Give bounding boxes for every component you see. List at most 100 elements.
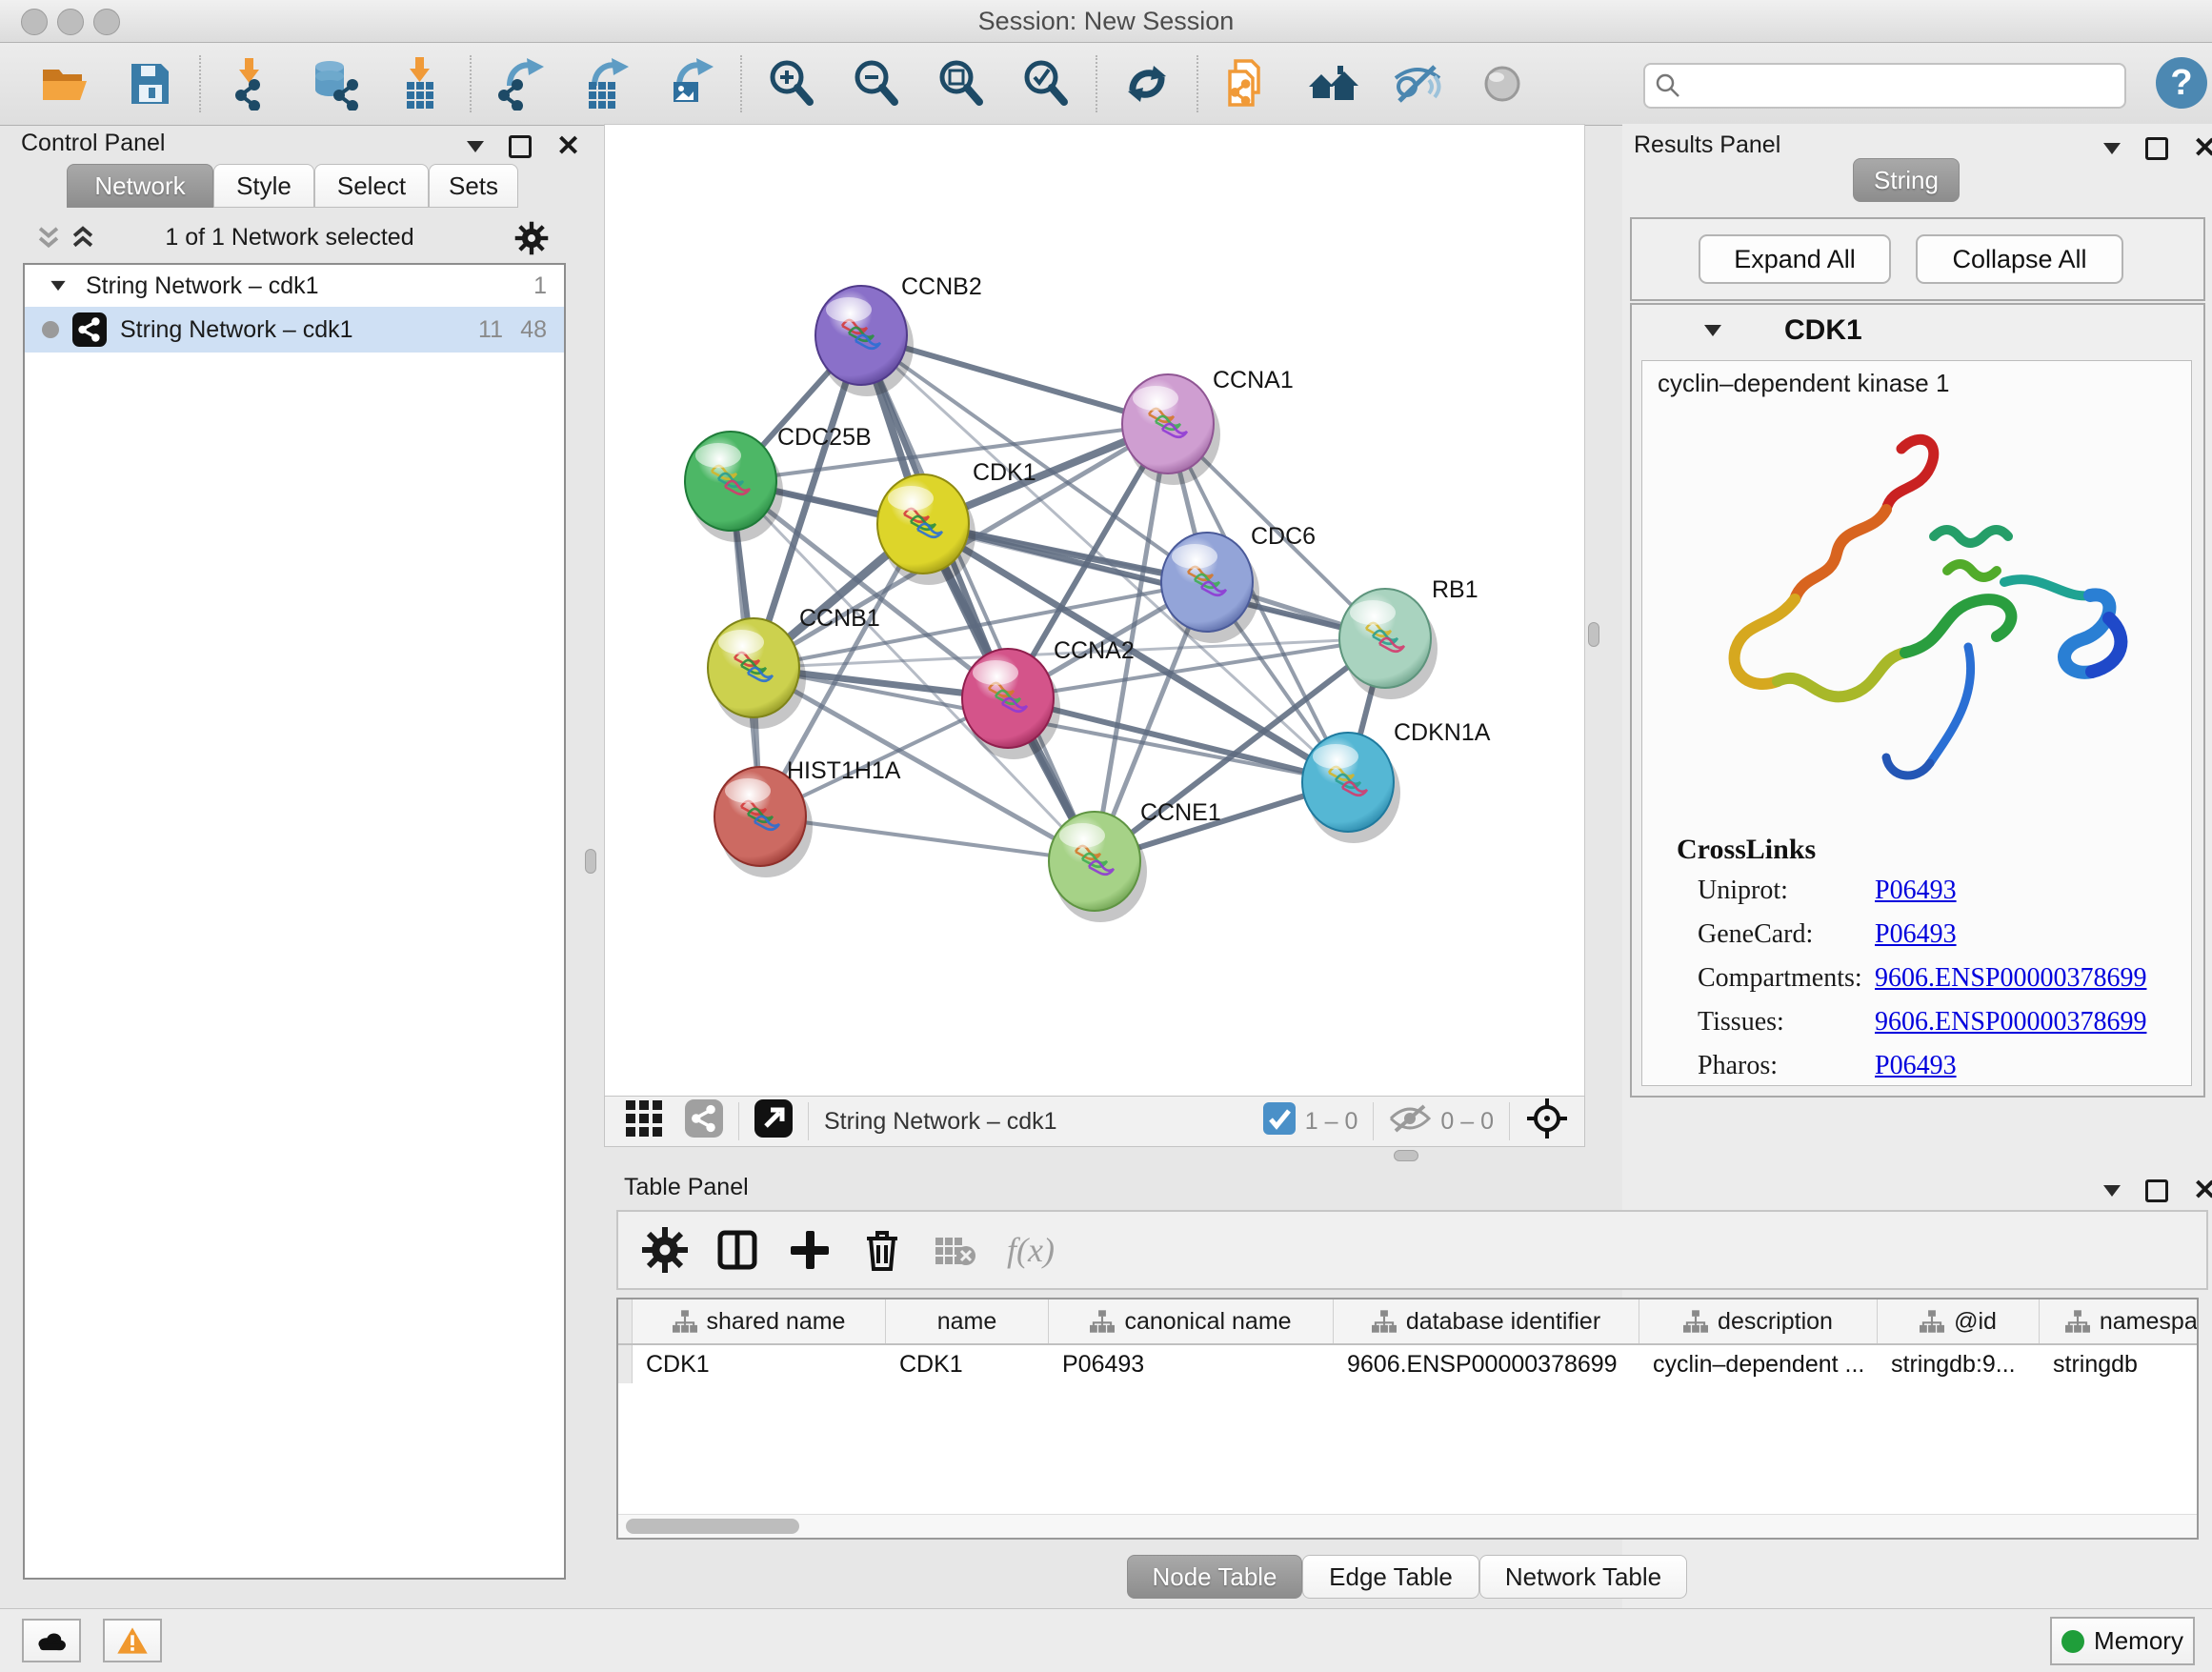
column-header-description[interactable]: description — [1639, 1299, 1878, 1343]
delete-column-icon[interactable] — [858, 1226, 906, 1274]
bottom-splitter-handle[interactable] — [1394, 1150, 1418, 1161]
memory-button[interactable]: Memory — [2050, 1617, 2195, 1665]
control-panel: Control Panel ✕ NetworkStyleSelectSets 1… — [8, 124, 572, 1608]
hidden-eye-icon[interactable] — [1389, 1102, 1431, 1141]
crosslink-link[interactable]: 9606.ENSP00000378699 — [1875, 963, 2146, 994]
tab-style[interactable]: Style — [213, 164, 314, 208]
table-cell[interactable]: stringdb:9... — [1878, 1345, 2040, 1383]
save-session-icon[interactable] — [123, 57, 176, 111]
zoom-fit-icon[interactable] — [935, 57, 988, 111]
hide-unhide-icon[interactable] — [1391, 57, 1444, 111]
automation-cloud-button[interactable] — [22, 1619, 81, 1662]
crosslink-label: Compartments: — [1698, 963, 1862, 994]
table-cell[interactable]: cyclin–dependent ... — [1639, 1345, 1878, 1383]
import-network-file-icon[interactable] — [224, 57, 277, 111]
zoom-selected-icon[interactable] — [1019, 57, 1073, 111]
export-image-icon[interactable] — [664, 57, 717, 111]
open-in-window-icon[interactable] — [754, 1099, 793, 1144]
column-header-database-identifier[interactable]: database identifier — [1334, 1299, 1639, 1343]
apply-function-icon[interactable]: f(x) — [1003, 1226, 1079, 1274]
add-column-icon[interactable] — [786, 1226, 834, 1274]
close-panel-icon[interactable]: ✕ — [2193, 139, 2212, 158]
search-input[interactable] — [1689, 67, 2112, 101]
main-toolbar: ? — [0, 43, 2212, 126]
row-header-strip — [618, 1345, 633, 1383]
help-button[interactable]: ? — [2156, 57, 2207, 109]
column-header-shared-name[interactable]: shared name — [633, 1299, 886, 1343]
zoom-out-icon[interactable] — [850, 57, 903, 111]
gene-section-header[interactable]: CDK1 — [1632, 305, 2203, 356]
refresh-layout-icon[interactable] — [1120, 57, 1174, 111]
export-table-icon[interactable] — [579, 57, 633, 111]
column-label: database identifier — [1406, 1308, 1600, 1336]
table-cell[interactable]: stringdb — [2040, 1345, 2199, 1383]
collapse-all-button[interactable]: Collapse All — [1916, 234, 2123, 284]
table-gear-icon[interactable] — [641, 1226, 689, 1274]
tab-node-table[interactable]: Node Table — [1127, 1555, 1302, 1599]
show-columns-icon[interactable] — [714, 1226, 761, 1274]
tab-sets[interactable]: Sets — [429, 164, 518, 208]
export-network-icon[interactable] — [494, 57, 548, 111]
left-splitter-handle[interactable] — [585, 849, 596, 874]
table-row[interactable]: CDK1CDK1P064939606.ENSP00000378699cyclin… — [618, 1345, 2199, 1383]
network-options-gear-icon[interactable] — [514, 221, 549, 255]
table-cell[interactable]: CDK1 — [886, 1345, 1049, 1383]
panel-menu-icon[interactable] — [467, 141, 484, 152]
panel-menu-icon[interactable] — [2103, 143, 2121, 154]
tab-select[interactable]: Select — [314, 164, 429, 208]
column-header-canonical-name[interactable]: canonical name — [1049, 1299, 1334, 1343]
network-canvas[interactable]: CCNB2CCNA1CDC25BCDK1CDC6RB1CCNB1CCNA2CDK… — [604, 124, 1585, 1097]
crosslink-link[interactable]: P06493 — [1875, 919, 1957, 950]
search-box[interactable] — [1643, 63, 2126, 109]
open-file-icon[interactable] — [38, 57, 91, 111]
gene-description: cyclin–dependent kinase 1 — [1658, 369, 1949, 398]
right-splitter-handle[interactable] — [1588, 622, 1599, 647]
crosslink-link[interactable]: 9606.ENSP00000378699 — [1875, 1007, 2146, 1037]
share-view-icon[interactable] — [685, 1099, 723, 1144]
column-header-namespace[interactable]: namespace — [2040, 1299, 2199, 1343]
float-panel-icon[interactable] — [509, 135, 532, 158]
scrollbar-thumb[interactable] — [626, 1519, 799, 1534]
crosslink-link[interactable]: P06493 — [1875, 876, 1957, 906]
toolbar-separator — [740, 55, 742, 112]
float-panel-icon[interactable] — [2145, 1179, 2168, 1202]
fit-selected-crosshair-icon[interactable] — [1525, 1097, 1569, 1147]
network-row-selected[interactable]: String Network – cdk1 11 48 — [25, 307, 564, 353]
import-network-database-icon[interactable] — [309, 57, 362, 111]
clear-table-icon[interactable] — [931, 1226, 978, 1274]
table-cell[interactable]: CDK1 — [633, 1345, 886, 1383]
string-home-icon[interactable] — [1306, 57, 1359, 111]
network-collection-row[interactable]: String Network – cdk1 1 — [25, 265, 564, 307]
search-icon — [1655, 72, 1681, 99]
node-table[interactable]: shared namenamecanonical name database id… — [616, 1298, 2199, 1540]
collection-expand-icon[interactable] — [50, 281, 65, 291]
tab-edge-table[interactable]: Edge Table — [1302, 1555, 1479, 1599]
tab-network-table[interactable]: Network Table — [1479, 1555, 1687, 1599]
tab-network[interactable]: Network — [67, 164, 213, 208]
selected-checkbox-icon[interactable] — [1263, 1102, 1296, 1141]
close-panel-icon[interactable]: ✕ — [2193, 1181, 2212, 1200]
clone-network-icon[interactable] — [1221, 57, 1275, 111]
column-header-name[interactable]: name — [886, 1299, 1049, 1343]
table-cell[interactable]: 9606.ENSP00000378699 — [1334, 1345, 1639, 1383]
string-network-graph[interactable]: CCNB2CCNA1CDC25BCDK1CDC6RB1CCNB1CCNA2CDK… — [605, 125, 1582, 1094]
table-cell[interactable]: P06493 — [1049, 1345, 1334, 1383]
column-mapping-icon — [1090, 1310, 1115, 1333]
results-tab-string[interactable]: String — [1853, 158, 1960, 202]
float-panel-icon[interactable] — [2145, 137, 2168, 160]
column-header--id[interactable]: @id — [1878, 1299, 2040, 1343]
section-collapse-icon[interactable] — [1704, 325, 1721, 336]
crosslink-link[interactable]: P06493 — [1875, 1051, 1957, 1081]
zoom-in-icon[interactable] — [765, 57, 818, 111]
crosslink-row: Tissues:9606.ENSP00000378699 — [1642, 1007, 2191, 1051]
import-table-icon[interactable] — [393, 57, 447, 111]
toggle-visibility-icon[interactable] — [1476, 57, 1529, 111]
warnings-button[interactable] — [103, 1619, 162, 1662]
expand-all-button[interactable]: Expand All — [1699, 234, 1891, 284]
horizontal-scrollbar[interactable] — [618, 1514, 2197, 1538]
grid-view-icon[interactable] — [624, 1098, 664, 1145]
panel-menu-icon[interactable] — [2103, 1185, 2121, 1197]
row-header-strip — [618, 1299, 633, 1343]
status-separator — [1373, 1102, 1374, 1140]
close-panel-icon[interactable]: ✕ — [556, 137, 580, 156]
